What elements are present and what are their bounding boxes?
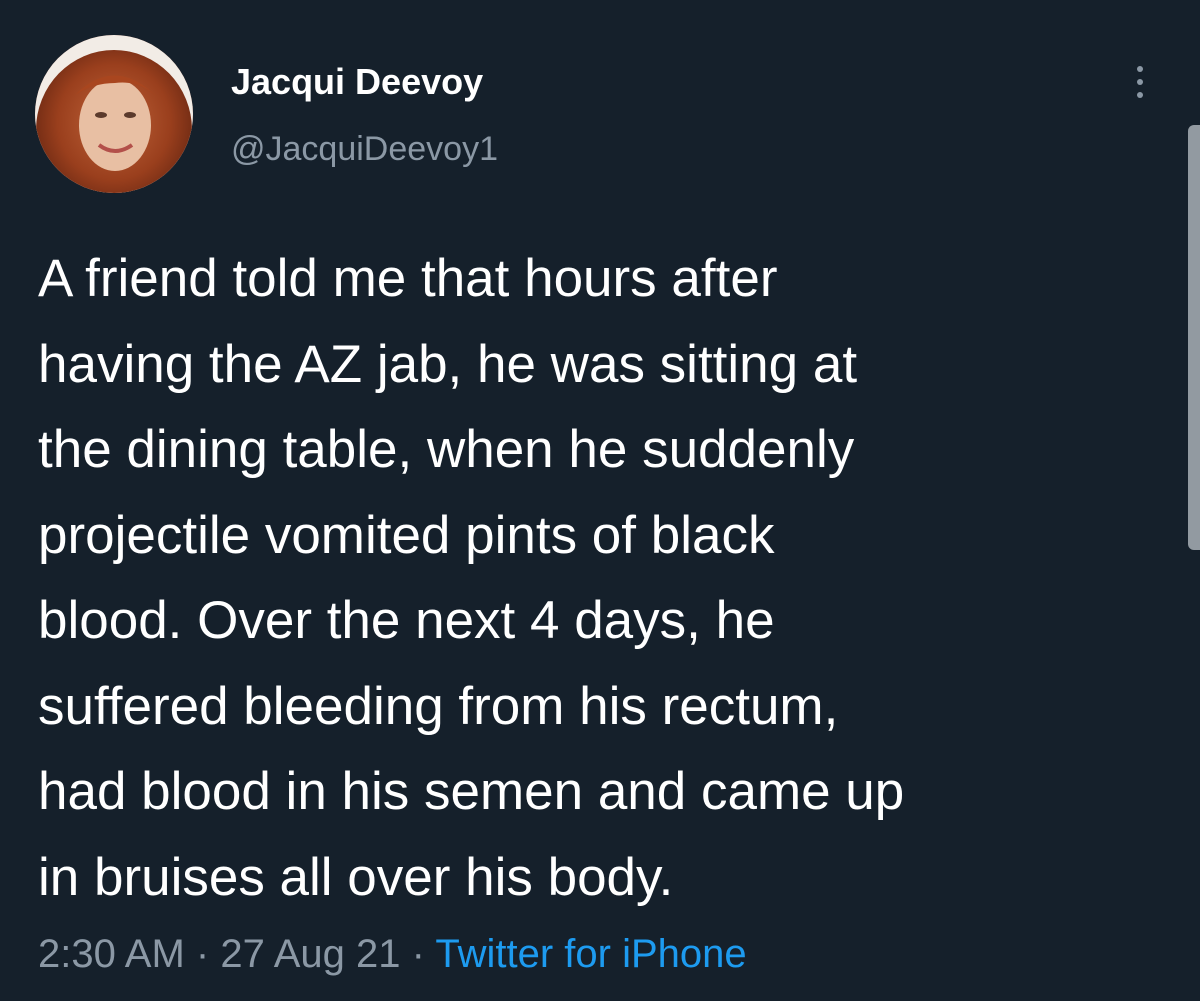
user-handle[interactable]: @JacquiDeevoy1 xyxy=(231,128,498,170)
more-vertical-icon-dot-2 xyxy=(1137,79,1143,85)
scrollbar-thumb[interactable] xyxy=(1188,125,1200,550)
meta-separator: · xyxy=(195,932,210,976)
tweet-date[interactable]: 27 Aug 21 xyxy=(220,932,400,976)
meta-separator-2: · xyxy=(411,932,425,976)
display-name[interactable]: Jacqui Deevoy xyxy=(231,60,483,104)
avatar-image xyxy=(35,35,193,193)
more-vertical-icon xyxy=(1137,66,1143,72)
more-options-button[interactable] xyxy=(1124,60,1156,104)
tweet-text: A friend told me that hours after having… xyxy=(38,249,905,907)
tweet-source-link[interactable]: Twitter for iPhone xyxy=(435,932,746,976)
tweet-meta: 2:30 AM · 27 Aug 21 · Twitter for iPhone xyxy=(38,930,747,978)
tweet-time[interactable]: 2:30 AM xyxy=(38,932,185,976)
more-vertical-icon-dot-3 xyxy=(1137,92,1143,98)
tweet-card: Jacqui Deevoy @JacquiDeevoy1 A friend to… xyxy=(0,0,1200,1001)
avatar[interactable] xyxy=(35,35,193,193)
